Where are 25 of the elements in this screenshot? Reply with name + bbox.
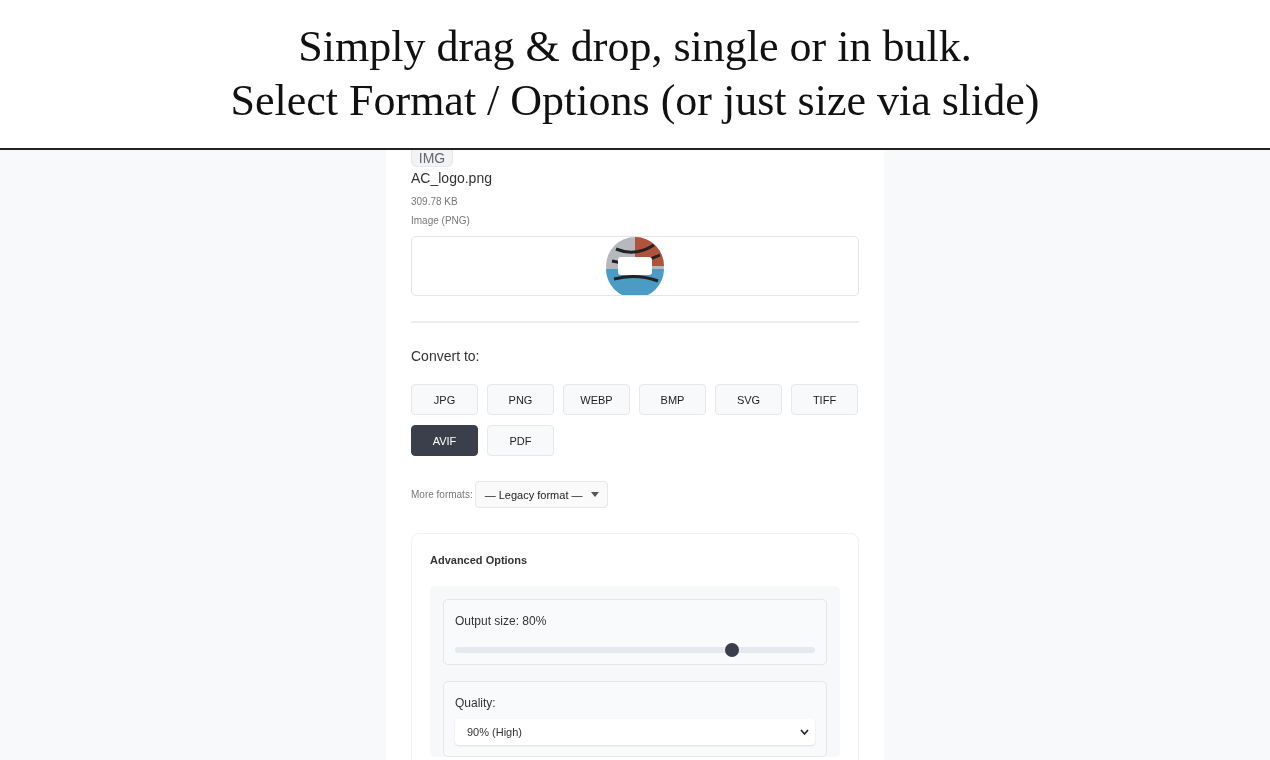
legacy-format-select[interactable]: — Legacy format — [474, 481, 608, 508]
logo-drawing [606, 237, 664, 295]
format-button[interactable]: TIFF [791, 384, 858, 415]
format-button[interactable]: WEBP [563, 384, 630, 415]
advanced-options-title: Advanced Options [430, 554, 529, 566]
output-size-label: Output size: 80% [455, 614, 548, 628]
format-button[interactable]: AVIF [411, 425, 478, 456]
format-button[interactable]: PDF [487, 425, 554, 456]
file-size: 309.78 KB [411, 196, 459, 207]
caption-line: Select Format / Options (or just size via slide) [230, 75, 1040, 127]
quality-select[interactable]: 90% (High) [455, 719, 815, 745]
file-type-tile: IMG [411, 150, 453, 167]
caption-line: Simply drag & drop, single or in bulk. [298, 21, 972, 73]
format-button[interactable]: JPG [411, 384, 478, 415]
file-name: AC_logo.png [411, 170, 493, 186]
format-button[interactable]: SVG [715, 384, 782, 415]
chevron-icon [800, 729, 809, 735]
file-type: Image (PNG) [411, 215, 471, 226]
more-formats-label: More formats: [411, 489, 473, 500]
quality-label: Quality: [455, 696, 497, 710]
convert-label: Convert to: [411, 348, 481, 364]
caret-icon [590, 492, 599, 497]
format-button[interactable]: BMP [639, 384, 706, 415]
slider-thumb[interactable] [725, 643, 740, 657]
format-button[interactable]: PNG [487, 384, 554, 415]
